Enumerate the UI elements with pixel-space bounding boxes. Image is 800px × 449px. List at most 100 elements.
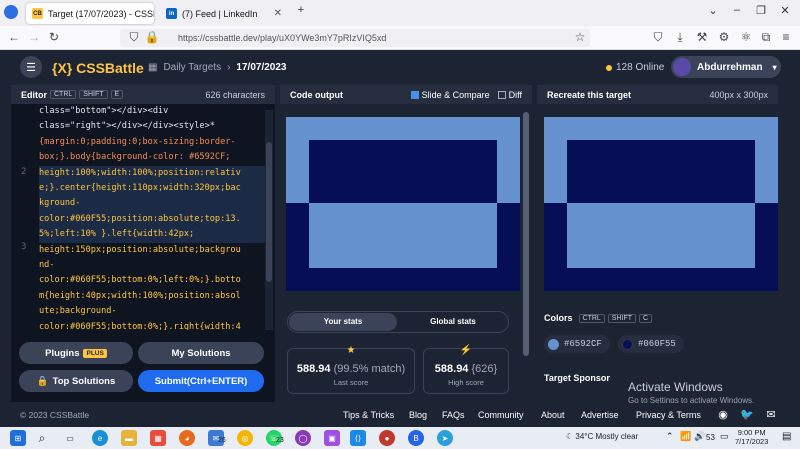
footer-link-faqs[interactable]: FAQs [442, 410, 465, 420]
calendar-icon: ▦ [148, 62, 158, 73]
network-icon[interactable]: 📶 [680, 431, 691, 442]
code-line: kground- [39, 196, 269, 212]
reload-icon[interactable]: ↻ [46, 30, 62, 44]
user-menu-button[interactable]: Abdurrehman ▾ [671, 56, 781, 78]
discord-icon[interactable]: ◉ [716, 408, 730, 421]
address-bar[interactable]: https://cssbattle.dev/play/uX0YWe3mY7pRI… [120, 29, 590, 47]
tab-cssbattle[interactable]: CB Target (17/07/2023) - CSSBattle ✕ [26, 3, 154, 24]
plugins-button[interactable]: Plugins PLUS [19, 342, 133, 364]
firefox-icon[interactable]: ◕ [179, 430, 195, 446]
code-editor[interactable]: 2 3 class="bottom"></div><div class="rig… [11, 104, 275, 330]
app-icon[interactable]: ▣ [324, 430, 340, 446]
close-window-icon[interactable]: ✕ [776, 4, 794, 17]
lock-icon: 🔒 [36, 375, 49, 387]
slide-compare-toggle[interactable]: Slide & Compare [410, 90, 490, 100]
bookmark-star-icon[interactable]: ☆ [572, 30, 588, 44]
page-scrollbar[interactable] [779, 104, 783, 404]
my-solutions-button[interactable]: My Solutions [138, 342, 264, 364]
pocket-icon[interactable]: ⛉ [650, 30, 666, 45]
tab-label: Target (17/07/2023) - CSSBattle [48, 8, 154, 19]
line-number: 3 [21, 242, 27, 252]
output-preview[interactable] [286, 117, 520, 291]
restore-icon[interactable]: ❐ [752, 4, 770, 17]
top-solutions-button[interactable]: 🔒 Top Solutions [19, 370, 133, 392]
store-icon[interactable]: ▦ [150, 430, 166, 446]
color-swatch-2[interactable]: #060F55 [618, 335, 684, 353]
chevron-right-icon: › [227, 62, 231, 73]
submit-button[interactable]: Submit(Ctrl+ENTER) [138, 370, 264, 392]
footer-link-tips[interactable]: Tips & Tricks [343, 410, 394, 420]
chevron-up-icon[interactable]: ⌃ [666, 431, 674, 442]
close-tab-icon[interactable]: ✕ [274, 8, 282, 19]
preview-bottom-bar [286, 268, 520, 291]
footer-link-community[interactable]: Community [478, 410, 524, 420]
tab-label: (7) Feed | LinkedIn [182, 8, 258, 19]
last-score-label: Last score [333, 378, 369, 387]
footer-link-about[interactable]: About [541, 410, 565, 420]
footer-link-advertise[interactable]: Advertise [581, 410, 619, 420]
avatar [673, 58, 691, 76]
editor-scrollbar-thumb[interactable] [266, 142, 272, 282]
tab-global-stats[interactable]: Global stats [399, 313, 507, 331]
telegram-icon[interactable]: ➤ [437, 430, 453, 446]
plugins-label: Plugins [45, 347, 80, 359]
back-icon[interactable]: ← [6, 30, 22, 44]
instagram-icon[interactable]: ◯ [295, 430, 311, 446]
output-scrollbar-thumb[interactable] [523, 112, 529, 356]
task-view-icon[interactable]: ▭ [62, 430, 78, 446]
download-icon[interactable]: ⤓ [672, 30, 688, 45]
lock-icon[interactable]: 🔒 [144, 30, 160, 44]
high-score-chars: {626} [471, 363, 498, 375]
tab-list-icon[interactable]: ⌄ [704, 4, 722, 17]
shield-icon[interactable]: ⛉ [126, 30, 142, 45]
checkbox-unchecked-icon[interactable] [497, 90, 506, 99]
color-dot-icon [622, 338, 633, 350]
char-count: 626 characters [205, 89, 265, 100]
cssbattle-logo[interactable]: {X} CSSBattle [52, 60, 144, 76]
vscode-icon[interactable]: ⟨⟩ [350, 430, 366, 446]
code-line: nd- [39, 260, 55, 271]
b-app-icon[interactable]: B [408, 430, 424, 446]
new-tab-icon[interactable]: + [292, 4, 310, 16]
color-hex: #060F55 [638, 339, 676, 349]
line-number: 2 [21, 167, 27, 177]
weather-widget[interactable]: ☾ 34°C Mostly clear [566, 432, 638, 441]
react-devtools-icon[interactable]: ⚛ [738, 30, 754, 44]
tools-icon[interactable]: ⚒ [694, 30, 710, 44]
email-icon[interactable]: ✉ [764, 408, 778, 421]
time: 9:00 PM [737, 428, 766, 437]
twitter-icon[interactable]: 🐦 [740, 408, 754, 421]
target-title: Recreate this target [547, 89, 632, 100]
tab-linkedin[interactable]: in (7) Feed | LinkedIn ✕ [160, 3, 288, 24]
volume-icon[interactable]: 🔊 [694, 431, 705, 442]
footer-link-blog[interactable]: Blog [409, 410, 427, 420]
code-line: class="bottom"></div><div [39, 106, 169, 116]
windows-start-icon[interactable]: ⊞ [10, 430, 26, 446]
extension-icon[interactable]: ⚙ [716, 30, 732, 44]
battery-icon[interactable]: ▭ [720, 431, 729, 442]
code-line: e;}.center{height:110px;width:320px;bac [39, 181, 269, 197]
edge-icon[interactable]: e [92, 430, 108, 446]
breadcrumb: ▦ Daily Targets › 17/07/2023 [148, 62, 286, 73]
file-explorer-icon[interactable]: ▬ [121, 430, 137, 446]
hamburger-menu-icon[interactable]: ☰ [20, 56, 42, 78]
code-text[interactable]: class="bottom"></div><div class="right">… [39, 104, 269, 330]
notifications-icon[interactable]: ▤ [782, 431, 791, 442]
search-icon[interactable]: ⌕ [34, 430, 50, 446]
forward-icon[interactable]: → [26, 30, 42, 44]
clock[interactable]: 9:00 PM 7/17/2023 [735, 428, 768, 446]
diff-label: Diff [508, 89, 522, 100]
editor-title: Editor [21, 89, 47, 100]
firefox-view-icon[interactable] [4, 5, 18, 19]
minimize-icon[interactable]: – [728, 4, 746, 16]
extensions-puzzle-icon[interactable]: ⧉ [758, 30, 774, 45]
breadcrumb-daily-targets[interactable]: Daily Targets [163, 62, 221, 73]
record-icon[interactable]: ● [379, 430, 395, 446]
menu-icon[interactable]: ≡ [778, 30, 794, 44]
diff-toggle[interactable]: Diff [497, 89, 522, 100]
tab-your-stats[interactable]: Your stats [289, 313, 397, 331]
color-swatch-1[interactable]: #6592CF [544, 335, 610, 353]
footer-link-privacy[interactable]: Privacy & Terms [636, 410, 701, 420]
checkbox-checked-icon[interactable] [410, 90, 419, 99]
chrome-icon[interactable]: ◎ [237, 430, 253, 446]
